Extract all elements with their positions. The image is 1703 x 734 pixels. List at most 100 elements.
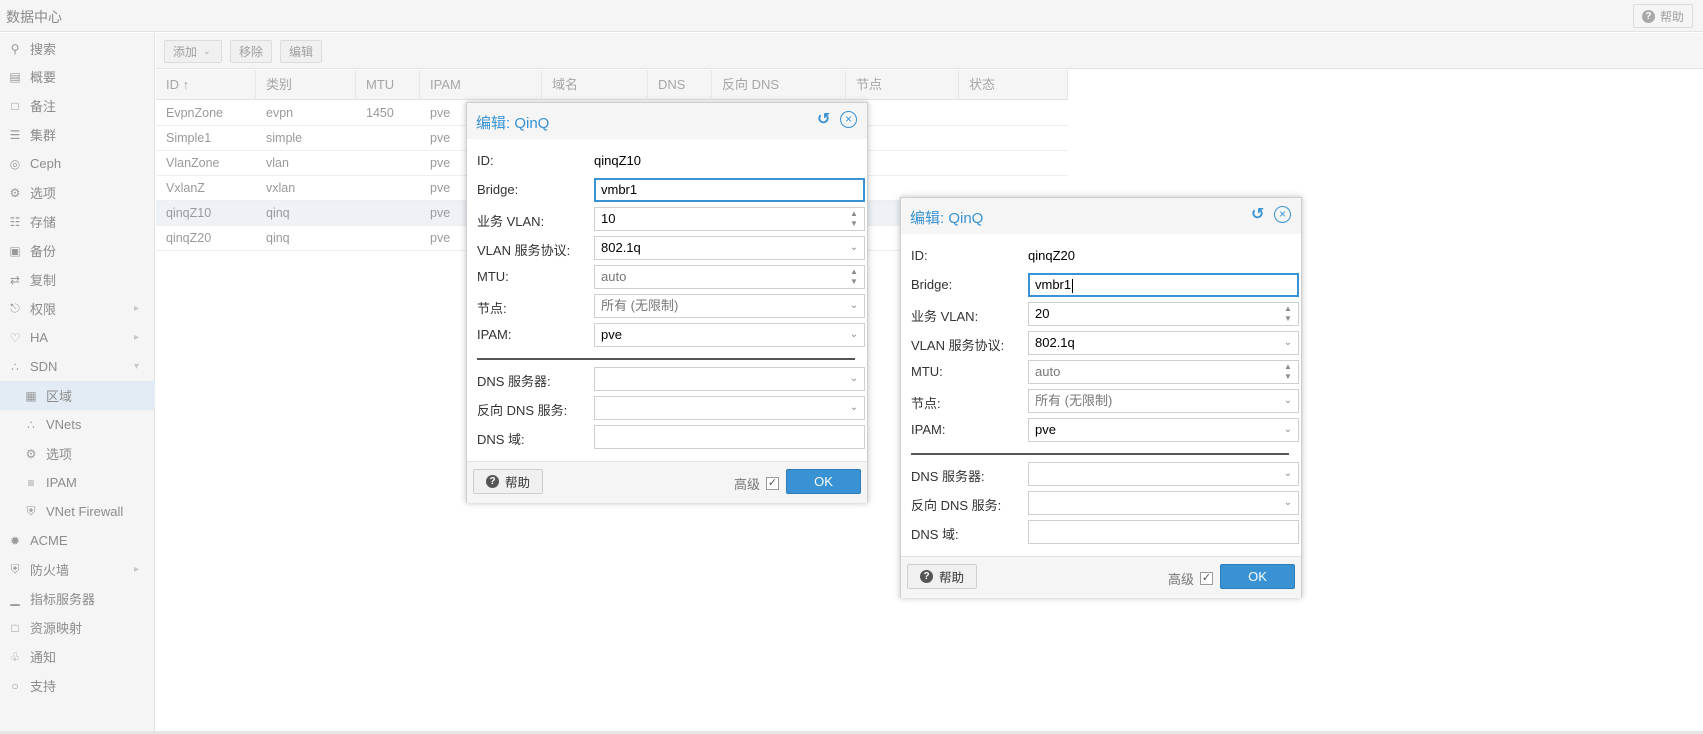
column-type[interactable]: 类别 (256, 70, 356, 100)
column-reverse-dns[interactable]: 反向 DNS (712, 70, 846, 100)
ipam-select[interactable]: pve ⌄ (594, 323, 865, 347)
chevron-down-icon[interactable]: ⌄ (844, 397, 864, 419)
sidebar-item-replication[interactable]: ⇄ 复制 (0, 265, 155, 294)
sidebar-item-vnet-firewall[interactable]: ⛨ VNet Firewall (0, 497, 155, 526)
remove-button[interactable]: 移除 (230, 40, 273, 63)
vnets-icon: ∴ (27, 417, 35, 432)
bridge-label: Bridge: (911, 277, 953, 292)
cell-mtu (356, 226, 366, 251)
spinner-icon[interactable]: ▲ ▼ (844, 266, 864, 288)
sidebar-item-cluster[interactable]: ☰ 集群 (0, 120, 155, 149)
mtu-label: MTU: (477, 269, 509, 284)
chevron-down-icon[interactable]: ⌄ (1278, 390, 1298, 412)
cell-ipam: pve (430, 106, 451, 120)
unlock-icon: ⎋ (10, 301, 20, 315)
sidebar-item-summary[interactable]: ▤ 概要 (0, 62, 155, 91)
sidebar-item-firewall[interactable]: ⛨ 防火墙 ▸ (0, 555, 155, 584)
advanced-checkbox[interactable]: ✓ (766, 477, 779, 490)
spinner-icon[interactable]: ▲ ▼ (1278, 303, 1298, 325)
chevron-down-icon[interactable]: ⌄ (844, 237, 864, 259)
column-status[interactable]: 状态 (959, 70, 1068, 100)
mtu-spinner[interactable]: auto ▲ ▼ (594, 265, 865, 289)
chevron-down-icon[interactable]: ⌄ (844, 295, 864, 317)
bridge-input[interactable]: vmbr1 (594, 178, 865, 202)
column-nodes[interactable]: 节点 (846, 70, 959, 100)
cell-id: Simple1 (166, 131, 212, 145)
close-icon[interactable]: × (1274, 206, 1291, 223)
cell-type: evpn (266, 106, 294, 120)
sidebar-item-options[interactable]: ⚙ 选项 (0, 178, 155, 207)
nodes-select[interactable]: 所有 (无限制) ⌄ (1028, 389, 1299, 413)
close-icon[interactable]: × (840, 111, 857, 128)
ok-button[interactable]: OK (786, 469, 861, 494)
bridge-row: Bridge: vmbr1 (477, 178, 865, 202)
reset-icon[interactable]: ↺ (1251, 207, 1267, 223)
ipam-label: IPAM: (477, 327, 512, 342)
sidebar-item-label: 集群 (30, 128, 57, 143)
spinner-icon[interactable]: ▲ ▼ (844, 208, 864, 230)
sidebar-item-metric-server[interactable]: ▁ 指标服务器 (0, 584, 155, 613)
sidebar-item-notes[interactable]: □ 备注 (0, 91, 155, 120)
sidebar-item-zones[interactable]: ▦ 区域 (0, 381, 155, 410)
column-domain[interactable]: 域名 (542, 70, 648, 100)
vlan-spinner[interactable]: 10 ▲ ▼ (594, 207, 865, 231)
bridge-input[interactable]: vmbr1 (1028, 273, 1299, 297)
dns-zone-input[interactable] (594, 425, 865, 449)
chevron-down-icon[interactable]: ⌄ (1278, 332, 1298, 354)
sidebar-item-ceph[interactable]: ◎ Ceph (0, 149, 155, 178)
chevron-down-icon[interactable]: ⌄ (844, 368, 864, 390)
chevron-down-icon[interactable]: ⌄ (1278, 419, 1298, 441)
add-button[interactable]: 添加 ⌄ (164, 40, 222, 63)
cell-ipam: pve (430, 181, 451, 195)
chevron-down-icon[interactable]: ⌄ (1278, 463, 1298, 485)
column-mtu[interactable]: MTU (356, 70, 420, 100)
vlan-value: 10 (601, 211, 616, 226)
advanced-toggle[interactable]: 高级 ✓ (734, 474, 779, 493)
sidebar-item-backup[interactable]: ▣ 备份 (0, 236, 155, 265)
reverse-dns-select[interactable]: ⌄ (594, 396, 865, 420)
gear-icon: ⚙ (9, 185, 21, 200)
ok-button[interactable]: OK (1220, 564, 1295, 589)
sidebar-item-vnets[interactable]: ∴ VNets (0, 410, 155, 439)
advanced-checkbox[interactable]: ✓ (1200, 572, 1213, 585)
id-row: ID: qinqZ10 (477, 149, 855, 173)
sidebar-item-support[interactable]: ○ 支持 (0, 671, 155, 700)
edit-button[interactable]: 编辑 (280, 40, 323, 63)
spinner-icon[interactable]: ▲ ▼ (1278, 361, 1298, 383)
sidebar-item-resource-mappings[interactable]: □ 资源映射 (0, 613, 155, 642)
protocol-select[interactable]: 802.1q ⌄ (594, 236, 865, 260)
sidebar-item-ha[interactable]: ♡ HA ▸ (0, 323, 155, 352)
dns-server-select[interactable]: ⌄ (1028, 462, 1299, 486)
advanced-toggle[interactable]: 高级 ✓ (1168, 569, 1213, 588)
sidebar-item-ipam[interactable]: ≡ IPAM (0, 468, 155, 497)
chevron-down-icon[interactable]: ⌄ (1278, 492, 1298, 514)
dns-server-select[interactable]: ⌄ (594, 367, 865, 391)
protocol-select[interactable]: 802.1q ⌄ (1028, 331, 1299, 355)
nodes-select[interactable]: 所有 (无限制) ⌄ (594, 294, 865, 318)
sidebar-item-storage[interactable]: ☷ 存储 (0, 207, 155, 236)
help-button-top[interactable]: ? 帮助 (1632, 4, 1693, 28)
help-button[interactable]: ? 帮助 (907, 564, 978, 589)
help-button[interactable]: ? 帮助 (473, 469, 544, 494)
reverse-dns-select[interactable]: ⌄ (1028, 491, 1299, 515)
sidebar-item-notifications[interactable]: ♧ 通知 (0, 642, 155, 671)
sidebar-item-label: ACME (30, 533, 68, 548)
vlan-spinner[interactable]: 20 ▲ ▼ (1028, 302, 1299, 326)
sidebar-item-acme[interactable]: ✹ ACME (0, 526, 155, 555)
ipam-select[interactable]: pve ⌄ (1028, 418, 1299, 442)
dns-zone-input[interactable] (1028, 520, 1299, 544)
chevron-down-icon: ▾ (133, 361, 139, 372)
sidebar-item-permissions[interactable]: ⎋ 权限 ▸ (0, 294, 155, 323)
column-dns[interactable]: DNS (648, 70, 712, 100)
column-ipam[interactable]: IPAM (420, 70, 542, 100)
cell-ipam: pve (430, 231, 451, 245)
chevron-down-icon[interactable]: ⌄ (844, 324, 864, 346)
mtu-spinner[interactable]: auto ▲ ▼ (1028, 360, 1299, 384)
sidebar-item-label: 选项 (46, 447, 73, 462)
sidebar-item-search[interactable]: ⚲ 搜索 (0, 34, 155, 63)
reset-icon[interactable]: ↺ (817, 112, 833, 128)
column-id[interactable]: ID ↑ (156, 70, 256, 100)
sidebar-item-sdn-options[interactable]: ⚙ 选项 (0, 439, 155, 468)
bell-icon: ♧ (9, 649, 21, 664)
sidebar-item-sdn[interactable]: ∴ SDN ▾ (0, 352, 155, 381)
